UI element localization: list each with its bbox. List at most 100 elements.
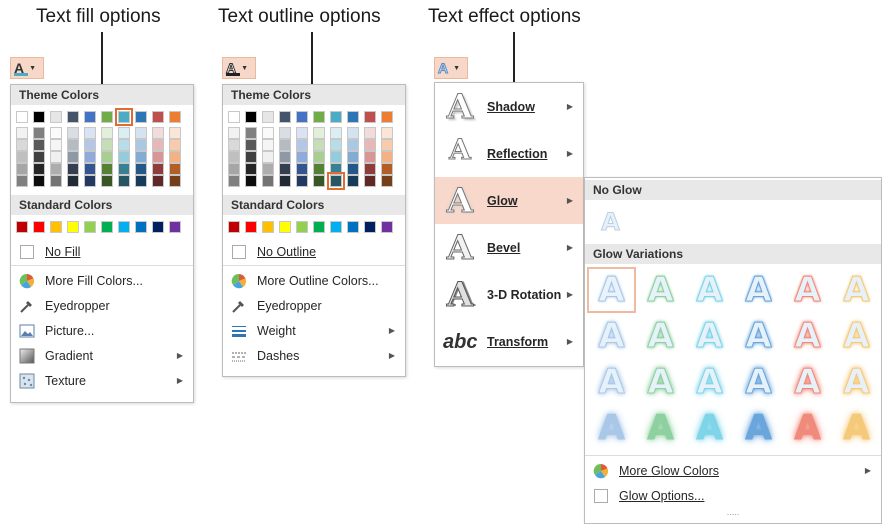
color-swatch[interactable] [152,111,164,123]
no-glow-option[interactable]: A [587,205,634,239]
color-swatch[interactable] [135,139,147,151]
standard-color-swatch[interactable] [33,221,45,233]
glow-variation-option[interactable]: A [637,360,684,404]
color-swatch[interactable] [330,163,342,175]
color-swatch[interactable] [152,175,164,187]
glow-variation-option[interactable]: A [686,268,733,312]
color-swatch[interactable] [33,127,45,139]
chevron-down-icon[interactable]: ▼ [453,65,460,72]
color-swatch[interactable] [228,163,240,175]
color-swatch[interactable] [347,111,359,123]
color-swatch[interactable] [84,127,96,139]
color-swatch[interactable] [67,151,79,163]
color-swatch[interactable] [279,139,291,151]
color-swatch[interactable] [279,111,291,123]
color-swatch[interactable] [364,127,376,139]
glow-variation-option[interactable]: A [784,360,831,404]
color-swatch[interactable] [330,139,342,151]
color-swatch[interactable] [245,127,257,139]
standard-color-swatch[interactable] [296,221,308,233]
color-swatch[interactable] [296,111,308,123]
color-swatch[interactable] [296,163,308,175]
color-swatch[interactable] [16,127,28,139]
color-swatch[interactable] [16,151,28,163]
standard-color-swatch[interactable] [347,221,359,233]
color-swatch[interactable] [135,151,147,163]
dashes-item[interactable]: Dashes ▶ [223,343,405,368]
color-swatch[interactable] [84,139,96,151]
standard-color-swatch[interactable] [330,221,342,233]
glow-variation-option[interactable]: A [735,314,782,358]
standard-color-swatch[interactable] [313,221,325,233]
color-swatch[interactable] [262,151,274,163]
color-swatch[interactable] [84,163,96,175]
standard-color-swatch[interactable] [279,221,291,233]
color-swatch[interactable] [33,151,45,163]
color-swatch[interactable] [50,163,62,175]
color-swatch[interactable] [16,175,28,187]
color-swatch[interactable] [101,139,113,151]
color-swatch[interactable] [330,111,342,123]
color-swatch[interactable] [245,139,257,151]
standard-color-swatch[interactable] [262,221,274,233]
glow-variation-option[interactable]: A [637,314,684,358]
color-swatch[interactable] [245,151,257,163]
color-swatch[interactable] [296,151,308,163]
color-swatch[interactable] [135,111,147,123]
color-swatch[interactable] [84,151,96,163]
color-swatch[interactable] [313,111,325,123]
color-swatch[interactable] [33,163,45,175]
no-outline-item[interactable]: No Outline [223,239,405,264]
color-swatch[interactable] [279,127,291,139]
color-swatch[interactable] [228,151,240,163]
color-swatch[interactable] [115,108,133,126]
color-swatch[interactable] [364,151,376,163]
color-swatch[interactable] [262,111,274,123]
color-swatch[interactable] [169,139,181,151]
glow-variation-option[interactable]: A [588,406,635,450]
color-swatch[interactable] [101,175,113,187]
color-swatch[interactable] [228,111,240,123]
color-swatch[interactable] [169,127,181,139]
text-fill-button[interactable]: A ▼ [10,57,44,79]
standard-color-swatch[interactable] [169,221,181,233]
glow-variation-option[interactable]: A [588,360,635,404]
color-swatch[interactable] [50,127,62,139]
color-swatch[interactable] [101,151,113,163]
color-swatch[interactable] [245,163,257,175]
color-swatch[interactable] [279,163,291,175]
eyedropper-item[interactable]: Eyedropper [223,293,405,318]
color-swatch[interactable] [33,111,45,123]
texture-item[interactable]: Texture ▶ [11,368,193,393]
color-swatch[interactable] [262,163,274,175]
glow-variation-option[interactable]: A [784,406,831,450]
color-swatch[interactable] [16,139,28,151]
color-swatch[interactable] [330,127,342,139]
color-swatch[interactable] [135,175,147,187]
color-swatch[interactable] [118,127,130,139]
color-swatch[interactable] [296,127,308,139]
color-swatch[interactable] [50,139,62,151]
color-swatch[interactable] [347,151,359,163]
color-swatch[interactable] [381,139,393,151]
color-swatch[interactable] [16,163,28,175]
color-swatch[interactable] [313,127,325,139]
color-swatch[interactable] [228,139,240,151]
color-swatch[interactable] [50,111,62,123]
text-effects-button[interactable]: A ▼ [434,57,468,79]
glow-variation-option[interactable]: A [784,268,831,312]
color-swatch[interactable] [33,175,45,187]
color-swatch[interactable] [118,175,130,187]
standard-color-swatch[interactable] [135,221,147,233]
color-swatch[interactable] [135,163,147,175]
more-fill-colors-item[interactable]: More Fill Colors... [11,268,193,293]
color-swatch[interactable] [347,127,359,139]
color-swatch[interactable] [330,151,342,163]
color-swatch[interactable] [279,151,291,163]
color-swatch[interactable] [262,127,274,139]
color-swatch[interactable] [313,163,325,175]
color-swatch[interactable] [296,175,308,187]
glow-item[interactable]: A Glow ▶ [435,177,583,224]
color-swatch[interactable] [16,111,28,123]
color-swatch[interactable] [67,163,79,175]
